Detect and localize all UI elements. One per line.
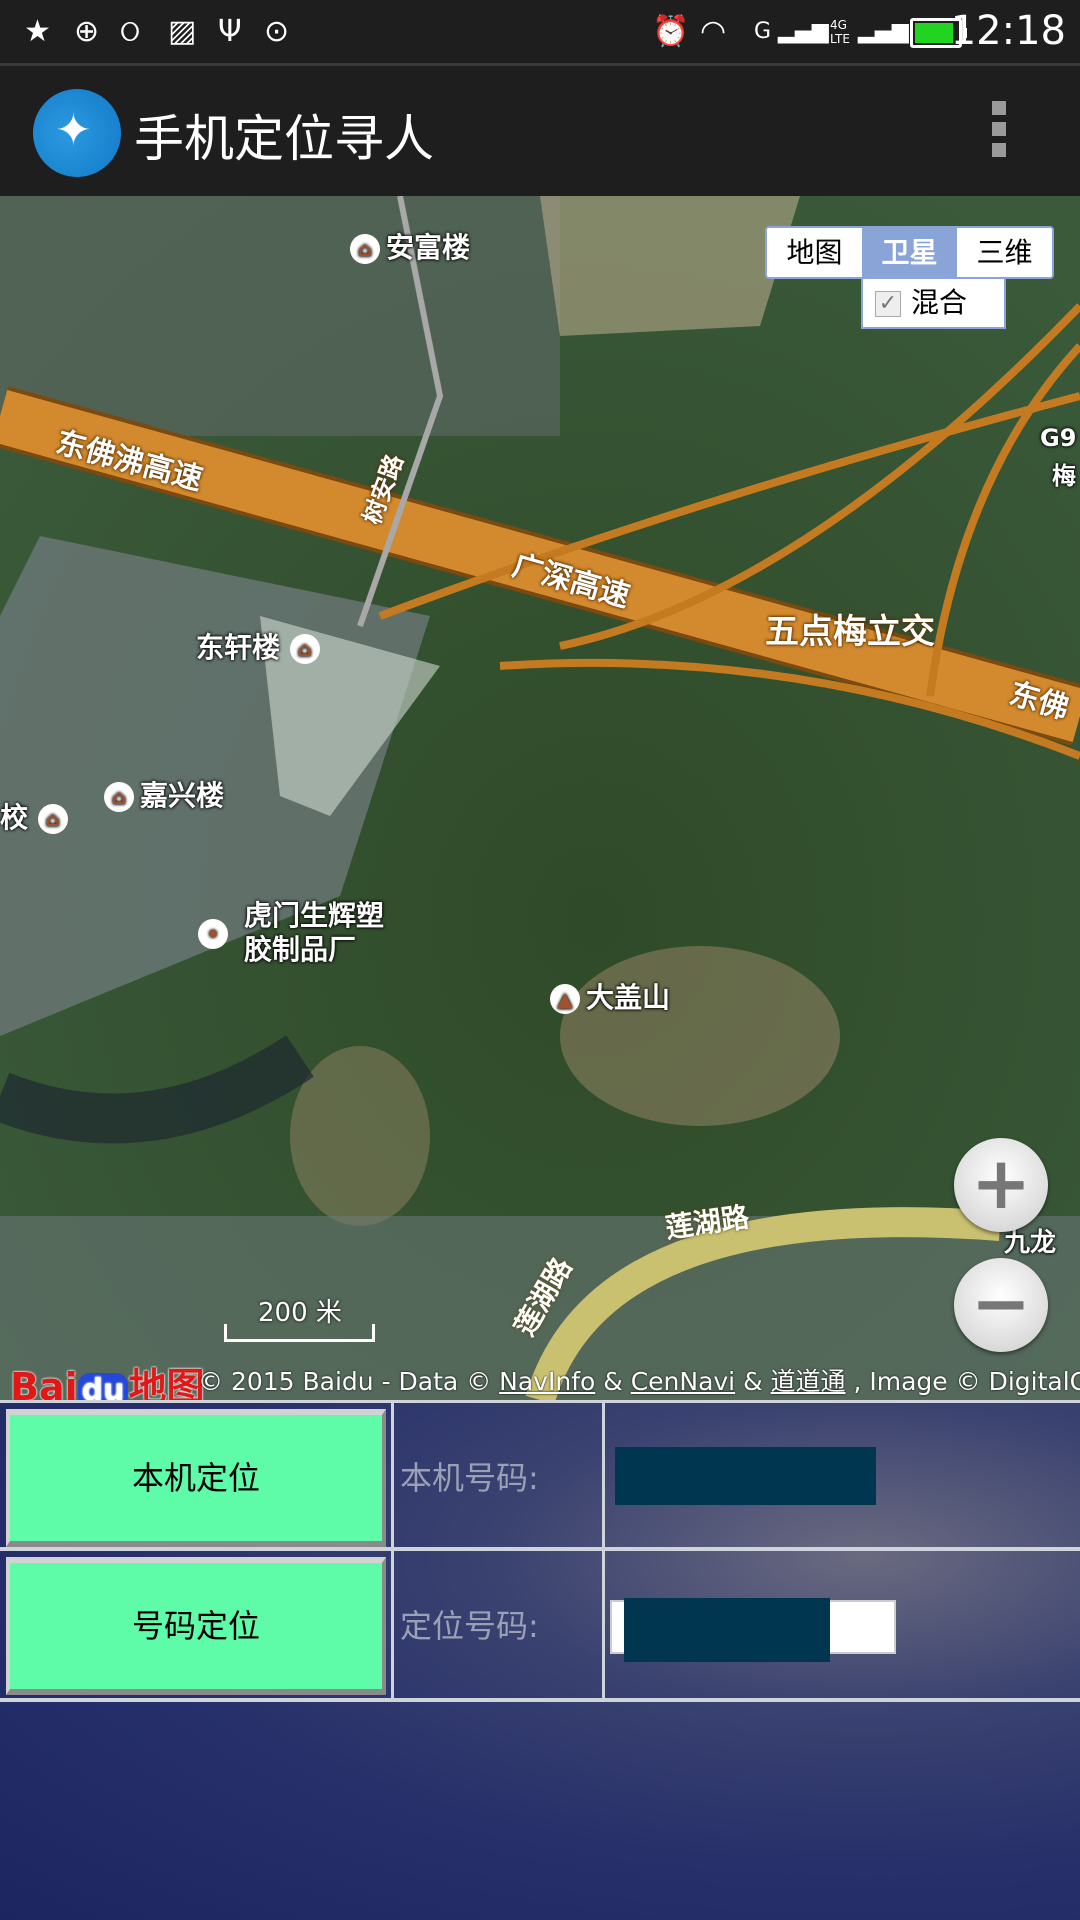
app-logo-icon: ✦	[33, 89, 121, 177]
poi-dot-icon: •	[198, 919, 228, 949]
self-number-label: 本机号码:	[400, 1459, 539, 1497]
zoom-out-button[interactable]: −	[954, 1258, 1048, 1352]
usb-icon: Ψ	[218, 14, 242, 49]
more-dots-icon: ⊙	[264, 14, 290, 49]
target-number-label: 定位号码:	[400, 1607, 539, 1645]
map-type-3d[interactable]: 三维	[957, 228, 1052, 277]
network-lte-label: LTE	[830, 32, 850, 46]
map-label-wudianmei: 五点梅立交	[765, 612, 935, 652]
map-label-anfu: ⌂ 安富楼	[350, 226, 470, 266]
locate-number-button[interactable]: 号码定位	[6, 1557, 386, 1695]
school-poi-icon: ⌂	[37, 804, 68, 834]
alarm-icon: ⏰	[652, 14, 690, 49]
map-label-dagaishan: ▲ 大盖山	[550, 976, 670, 1016]
navinfo-link[interactable]: NavInfo	[499, 1367, 595, 1396]
app-title: 手机定位寻人	[134, 110, 434, 168]
map-label-jiaxing: ⌂ 嘉兴楼	[104, 774, 224, 814]
signal-bars-icon: ▂▄▆	[858, 19, 909, 44]
signal-4g-lte-icon: 4G LTE	[830, 18, 850, 54]
number-locate-row: 号码定位 定位号码:	[0, 1551, 1080, 1702]
map-type-normal[interactable]: 地图	[767, 228, 862, 277]
hybrid-label: 混合	[911, 286, 968, 319]
target-number-value-redacted	[624, 1598, 830, 1662]
mountain-poi-icon: ▲	[550, 984, 580, 1014]
scale-bar	[224, 1324, 375, 1342]
app-bar: ✦ 手机定位寻人	[0, 69, 1080, 196]
building-poi-icon: ⌂	[104, 782, 134, 812]
overflow-menu-icon[interactable]	[992, 101, 1008, 165]
network-4g-label: 4G	[830, 18, 847, 32]
map-label-factory: • 虎门生辉塑 胶制品厂	[198, 899, 384, 966]
self-number-value-redacted	[615, 1447, 876, 1505]
weibo-icon: ଠ	[120, 14, 141, 49]
image-icon: ▨	[168, 14, 197, 49]
baidu-map-logo: Bai du 地图	[10, 1356, 205, 1400]
building-poi-icon: ⌂	[350, 234, 380, 264]
zoom-in-button[interactable]: +	[954, 1138, 1048, 1232]
satellite-map[interactable]: ⌂ 安富楼 东佛沸高速 树安路 广深高速 五点梅立交 东佛 G9 梅 东轩楼 ⌂ …	[0, 196, 1080, 1400]
map-type-satellite[interactable]: 卫星	[862, 228, 957, 277]
wifi-icon: ◠	[700, 14, 727, 49]
map-copyright: © 2015 Baidu - Data © NavInfo & CenNavi …	[198, 1367, 1080, 1396]
daodaotong-link[interactable]: 道道通	[771, 1367, 846, 1396]
locate-self-button[interactable]: 本机定位	[6, 1409, 386, 1547]
map-label-mei: 梅	[1052, 462, 1076, 490]
map-label-g9: G9	[1040, 424, 1077, 452]
map-label-school: 校 ⌂	[0, 796, 74, 836]
hybrid-toggle[interactable]: ✓ 混合	[861, 279, 1006, 329]
clock: 12:18	[950, 8, 1066, 54]
locate-panel: 本机定位 本机号码: 号码定位 定位号码:	[0, 1400, 1080, 1920]
sync-icon: ⊕	[74, 14, 100, 49]
map-type-switcher: 地图 卫星 三维	[765, 226, 1054, 279]
cennavi-link[interactable]: CenNavi	[631, 1367, 735, 1396]
network-g-label: G	[754, 19, 772, 44]
self-locate-row: 本机定位 本机号码:	[0, 1400, 1080, 1551]
map-label-dongxuan: 东轩楼 ⌂	[196, 626, 326, 666]
star-z-icon: ★	[24, 14, 51, 49]
checkbox-checked-icon[interactable]: ✓	[875, 291, 901, 317]
status-bar: ★ ⊕ ଠ ▨ Ψ ⊙ ⏰ ◠ G ▂▄▆ 4G LTE ▂▄▆ 12:18	[0, 0, 1080, 66]
building-poi-icon: ⌂	[289, 634, 320, 664]
signal-g-icon: G ▂▄▆	[754, 19, 829, 44]
